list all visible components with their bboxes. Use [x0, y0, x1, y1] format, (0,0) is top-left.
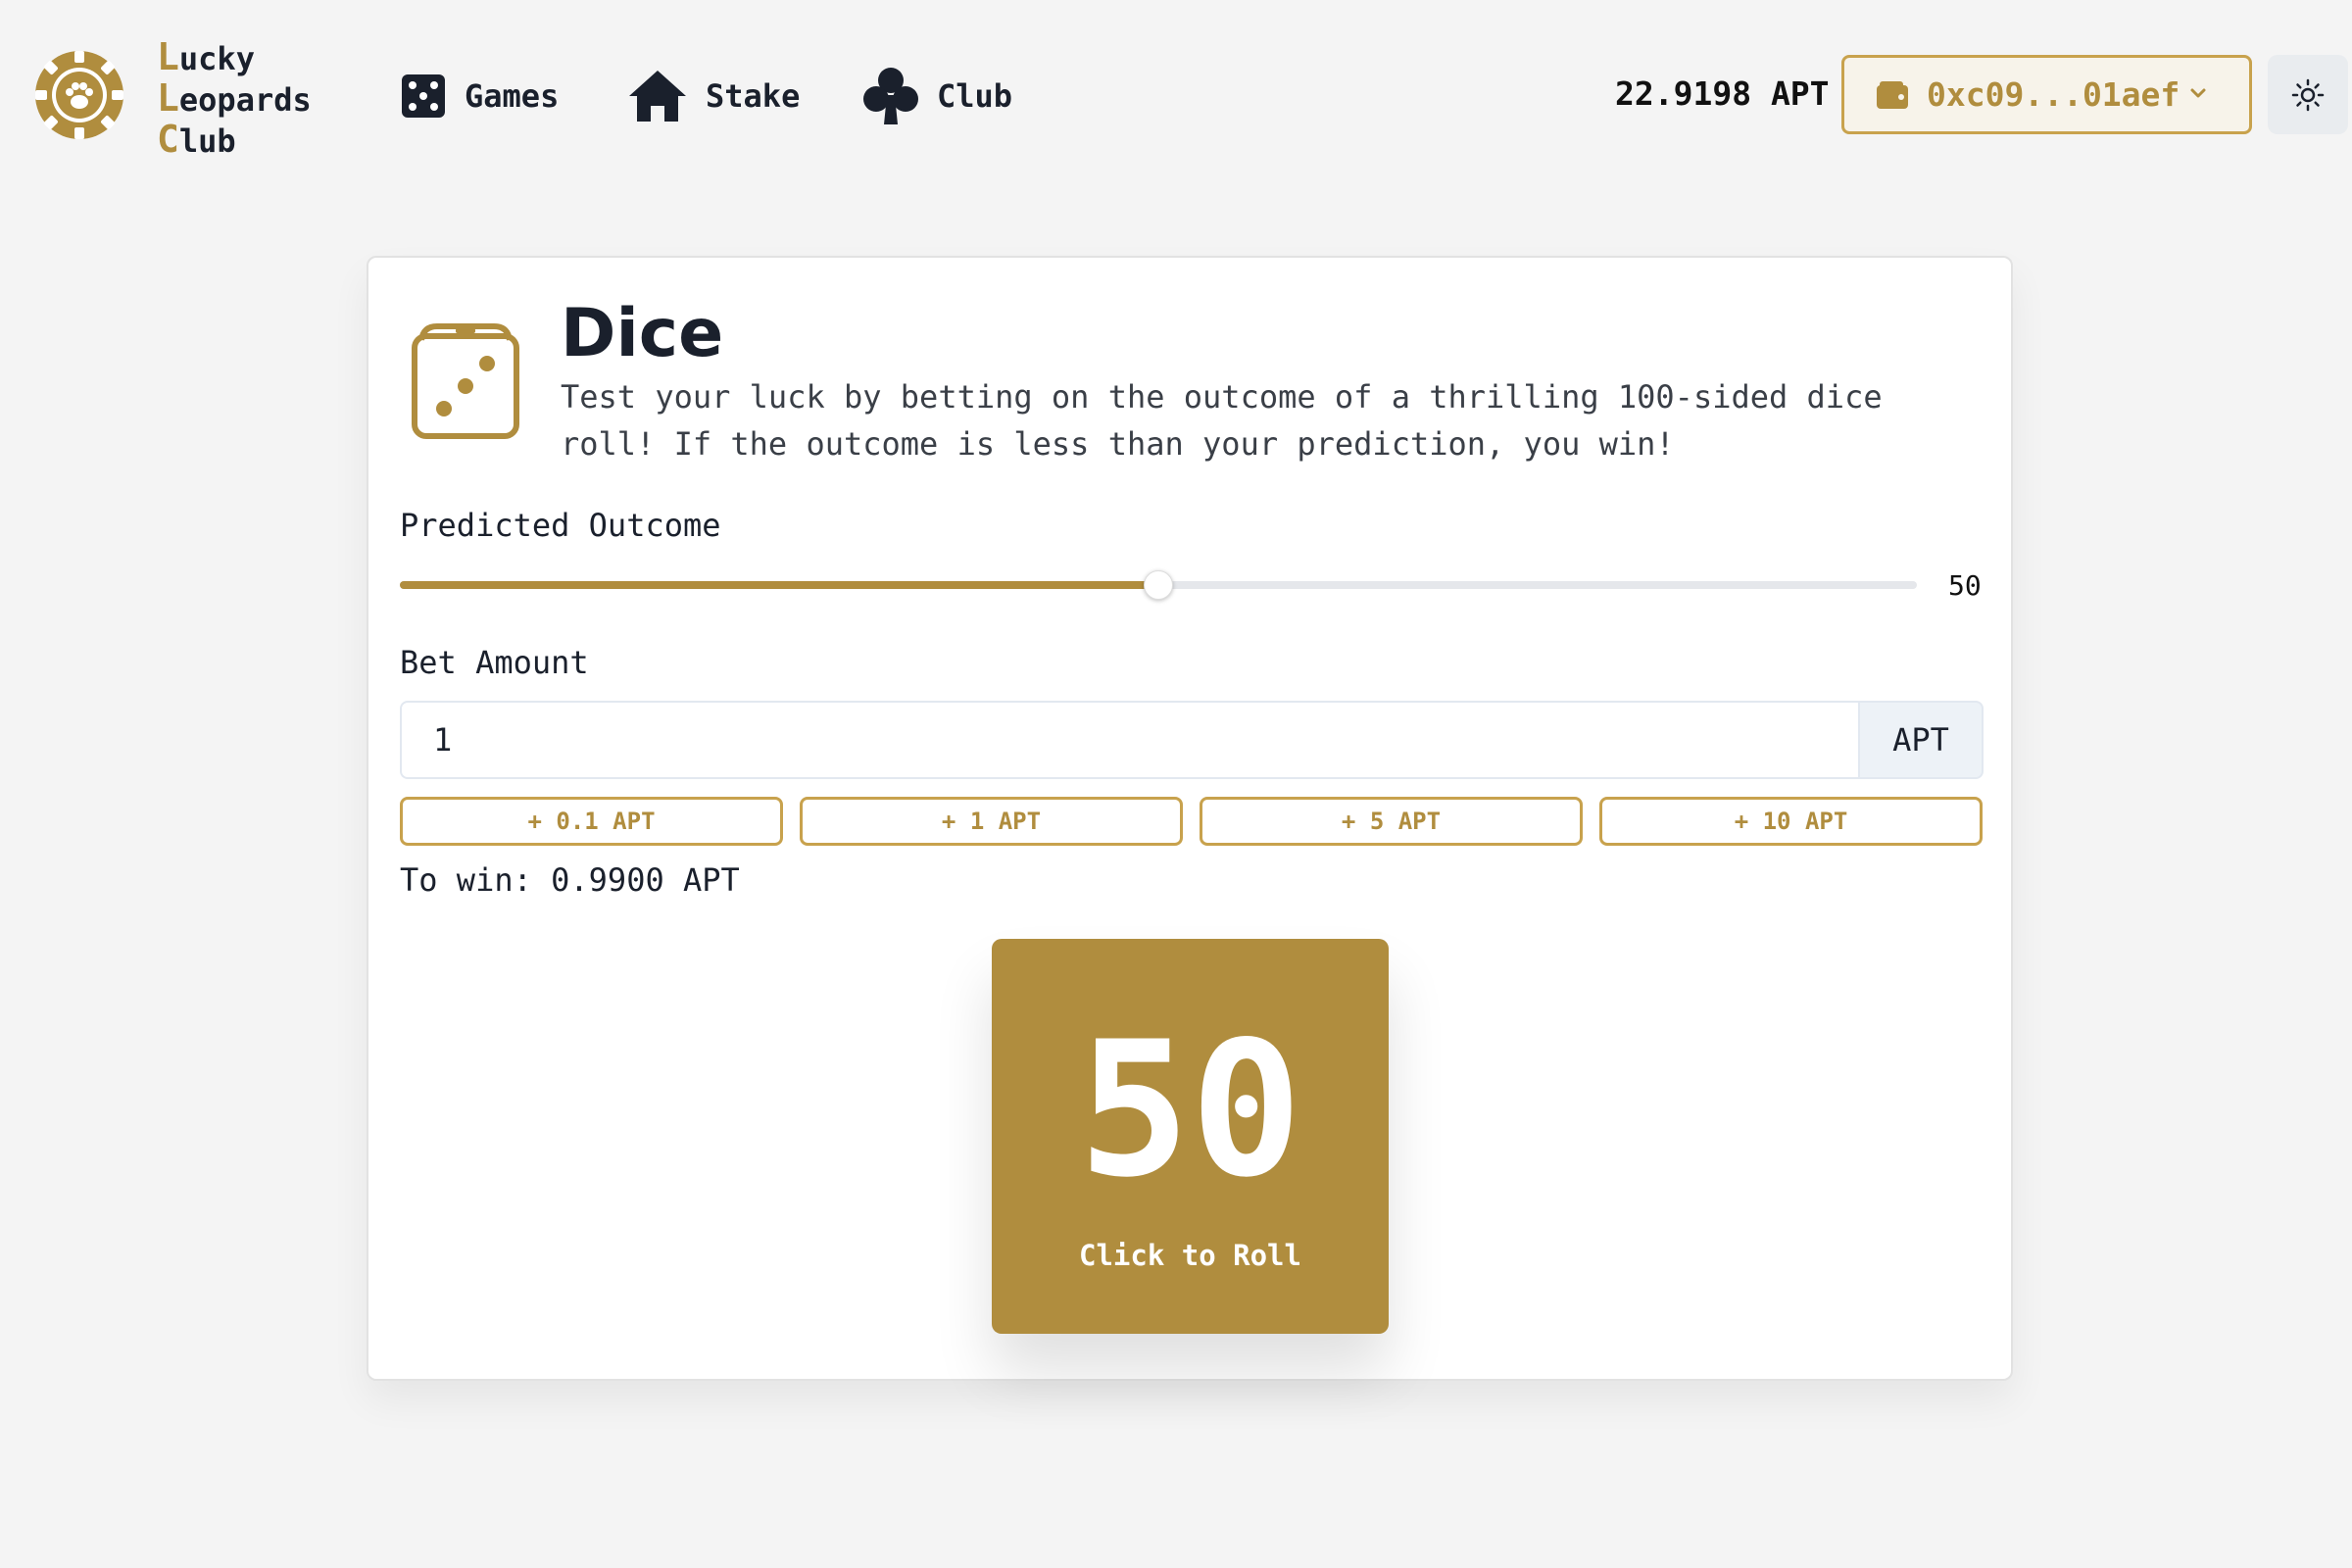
wallet-address: 0xc09...01aef [1927, 75, 2180, 114]
game-title: Dice [561, 295, 724, 372]
dice-game-card: Dice Test your luck by betting on the ou… [367, 256, 2013, 1381]
brand-rest-1: ucky [178, 40, 255, 77]
logo-icon[interactable] [33, 49, 125, 141]
bet-amount-input[interactable] [400, 701, 1858, 779]
bet-amount-label: Bet Amount [400, 644, 589, 681]
brand-rest-3: lub [178, 122, 236, 160]
roll-button[interactable]: 50 Click to Roll [992, 939, 1389, 1334]
quick-bet-1-button[interactable]: + 1 APT [800, 797, 1183, 846]
nav-club-label: Club [937, 77, 1013, 115]
predicted-outcome-label: Predicted Outcome [400, 507, 721, 544]
dice-five-icon [402, 74, 445, 118]
predicted-value: 50 [1948, 569, 1982, 602]
wallet-button[interactable]: 0xc09...01aef [1841, 55, 2252, 134]
wallet-icon [1877, 80, 1908, 109]
sun-icon [2291, 78, 2325, 111]
nav-games[interactable]: Games [400, 67, 559, 125]
wallet-balance: 22.9198 APT [1615, 74, 1830, 113]
quick-bet-0.1-button[interactable]: + 0.1 APT [400, 797, 783, 846]
brand-name[interactable]: Lucky Leopards Club [157, 37, 312, 161]
club-icon [863, 68, 918, 124]
game-description: Test your luck by betting on the outcome… [561, 378, 1883, 463]
roll-label: Click to Roll [1079, 1239, 1301, 1272]
theme-toggle-button[interactable] [2268, 55, 2348, 134]
slider-thumb[interactable] [1144, 570, 1173, 600]
quick-bet-10-button[interactable]: + 10 APT [1599, 797, 1983, 846]
brand-rest-2: eopards [178, 81, 312, 119]
slider-fill [400, 581, 1158, 589]
bet-unit-addon: APT [1858, 701, 1984, 779]
nav-stake[interactable]: Stake [627, 67, 800, 125]
nav-club[interactable]: Club [862, 67, 1012, 125]
nav-games-label: Games [465, 77, 560, 115]
quick-bet-5-button[interactable]: + 5 APT [1200, 797, 1583, 846]
brand-cap-3: C [157, 118, 179, 161]
prediction-slider[interactable] [400, 570, 1917, 600]
home-icon [629, 71, 686, 122]
top-bar: Lucky Leopards Club Games Stake Club 22.… [0, 0, 2352, 191]
roll-number: 50 [1078, 1002, 1302, 1218]
brand-cap-1: L [157, 35, 179, 78]
chevron-down-icon [2190, 88, 2206, 98]
to-win-text: To win: 0.9900 APT [400, 861, 740, 899]
nav-stake-label: Stake [706, 77, 801, 115]
brand-cap-2: L [157, 76, 179, 120]
dice-icon [410, 320, 521, 446]
